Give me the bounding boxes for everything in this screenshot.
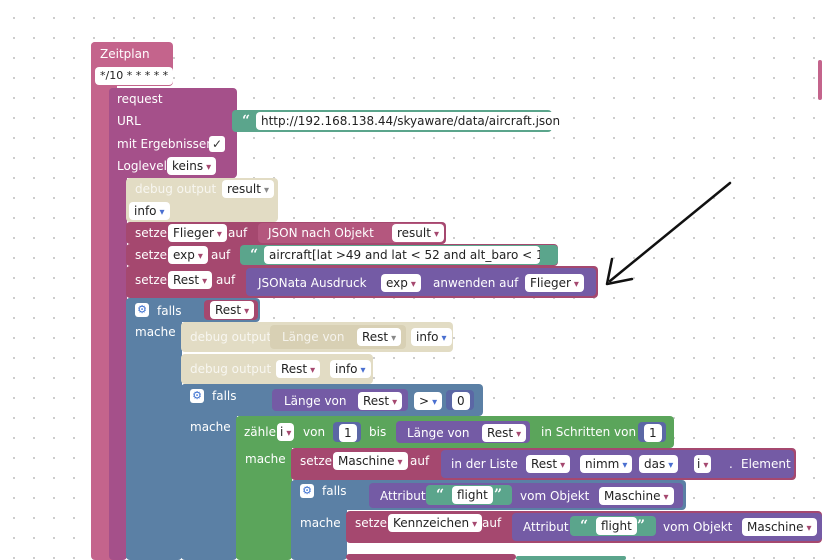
dot-label: .: [729, 457, 733, 471]
var-dropdown-exp[interactable]: exp: [168, 246, 208, 264]
quote-close-icon: ”: [534, 113, 543, 129]
in-list-var-dropdown[interactable]: Rest: [526, 455, 571, 473]
quote-close-icon: ”: [637, 518, 646, 534]
jsonata-target-dropdown[interactable]: Flieger: [525, 274, 584, 292]
object-var-dropdown-if3[interactable]: Maschine: [599, 487, 674, 505]
set-label-1: setze: [135, 226, 168, 240]
blockly-workspace[interactable]: Zeitplan */10 * * * * * request URL mit …: [0, 0, 822, 560]
right-edge-block-stub[interactable]: [818, 60, 822, 100]
exp-string-input[interactable]: aircraft[lat >49 and lat < 52 and alt_ba…: [264, 246, 540, 264]
gear-icon[interactable]: ⚙: [190, 389, 204, 403]
element-label: Element: [741, 457, 791, 471]
attribute-label-set5: Attribut: [523, 520, 569, 534]
attr-name-input-if3[interactable]: flight: [452, 486, 493, 504]
do-label-2: mache: [190, 420, 231, 434]
in-list-label: in der Liste: [451, 457, 518, 471]
step-number-input[interactable]: 1: [644, 424, 662, 442]
set-label-2: setze: [135, 248, 168, 262]
length-of-label-loop: Länge von: [407, 426, 470, 440]
set-label-5: setze: [355, 516, 388, 530]
index-var-dropdown[interactable]: i: [694, 455, 712, 473]
loglevel-dropdown[interactable]: keins: [167, 157, 217, 175]
url-input[interactable]: http://192.168.138.44/skyaware/data/airc…: [256, 112, 566, 130]
quote-open-icon: “: [580, 518, 589, 534]
request-loglevel-label: Loglevel: [117, 159, 167, 173]
count-label: zähle: [244, 425, 276, 439]
debug-output-value-1[interactable]: result: [222, 180, 274, 198]
length-of-var-2[interactable]: Rest: [357, 328, 402, 346]
on-label-5: auf: [482, 516, 502, 530]
from-label: von: [303, 425, 326, 439]
gear-icon[interactable]: ⚙: [135, 303, 149, 317]
debug-output-label-2: debug output: [190, 330, 272, 344]
quote-open-icon: “: [436, 487, 445, 503]
debug-output-level-3[interactable]: info: [330, 360, 371, 378]
which-dropdown[interactable]: das: [639, 455, 679, 473]
of-object-label-if3: vom Objekt: [520, 489, 590, 503]
compare-number-input[interactable]: 0: [452, 392, 470, 410]
with-results-checkbox[interactable]: ✓: [209, 136, 225, 152]
if-label-3: falls: [322, 484, 347, 498]
var-dropdown-maschine[interactable]: Maschine: [333, 452, 408, 470]
length-of-var-loop[interactable]: Rest: [482, 424, 527, 442]
quote-close-icon: ”: [494, 487, 503, 503]
from-number-input[interactable]: 1: [339, 424, 357, 442]
next-block-stub[interactable]: [346, 554, 516, 560]
jsonata-label: JSONata Ausdruck: [258, 276, 367, 290]
var-dropdown-flieger[interactable]: Flieger: [168, 224, 227, 242]
if-rest-var-dropdown[interactable]: Rest: [210, 301, 255, 319]
debug-output-level-2[interactable]: info: [411, 328, 452, 346]
request-title: request: [117, 92, 163, 106]
var-dropdown-kennzeichen[interactable]: Kennzeichen: [388, 514, 483, 532]
take-mode-dropdown[interactable]: nimm: [580, 455, 633, 473]
var-dropdown-rest[interactable]: Rest: [168, 271, 213, 289]
length-of-label-2: Länge von: [282, 330, 345, 344]
steps-label: in Schritten von: [541, 425, 637, 439]
set-label-4: setze: [300, 454, 333, 468]
length-of-label-if2: Länge von: [284, 394, 347, 408]
object-var-dropdown-set5[interactable]: Maschine: [742, 518, 817, 536]
on-label-1: auf: [228, 226, 248, 240]
loop-var-dropdown[interactable]: i: [277, 423, 295, 441]
debug-output-level-1[interactable]: info: [129, 202, 170, 220]
quote-open-icon: “: [250, 247, 259, 263]
on-label-3: auf: [216, 273, 236, 287]
do-label-4: mache: [300, 516, 341, 530]
attr-name-input-set5[interactable]: flight: [596, 517, 637, 535]
json-to-object-label: JSON nach Objekt: [268, 226, 374, 240]
do-label-3: mache: [245, 452, 286, 466]
apply-to-label: anwenden auf: [433, 276, 519, 290]
gear-icon[interactable]: ⚙: [300, 484, 314, 498]
schedule-cron-field[interactable]: */10 * * * * *: [95, 67, 174, 85]
next-string-stub[interactable]: [516, 556, 626, 560]
set-label-3: setze: [135, 273, 168, 287]
do-label-1: mache: [135, 325, 176, 339]
schedule-title: Zeitplan: [100, 47, 150, 61]
if-label-1: falls: [157, 304, 182, 318]
to-label: bis: [369, 425, 387, 439]
if-label-2: falls: [212, 389, 237, 403]
compare-operator-dropdown[interactable]: >: [414, 392, 443, 410]
request-with-results-label: mit Ergebnissen: [117, 137, 214, 151]
of-object-label-set5: vom Objekt: [663, 520, 733, 534]
result-var-dropdown[interactable]: result: [392, 224, 444, 242]
debug-output-label-1: debug output: [135, 182, 217, 196]
length-of-var-if2[interactable]: Rest: [358, 392, 403, 410]
jsonata-expr-dropdown[interactable]: exp: [381, 274, 421, 292]
quote-open-icon: “: [242, 113, 251, 129]
on-label-2: auf: [211, 248, 231, 262]
attribute-label-if3: Attribut: [380, 489, 426, 503]
debug-output-label-3: debug output: [190, 362, 272, 376]
on-label-4: auf: [410, 454, 430, 468]
request-url-label: URL: [117, 114, 141, 128]
debug-output-value-3[interactable]: Rest: [276, 360, 321, 378]
